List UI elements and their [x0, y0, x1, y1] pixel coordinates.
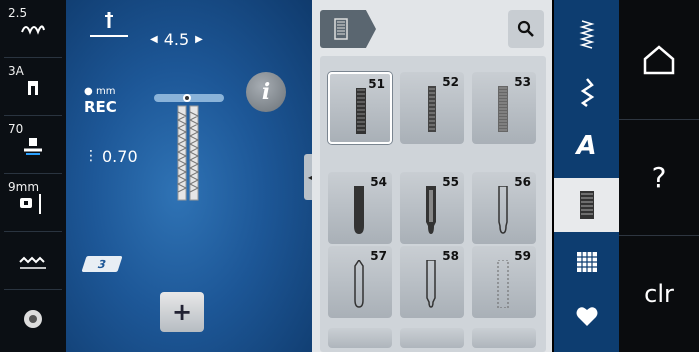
increase-arrow-icon[interactable]: ▶ [195, 34, 203, 45]
heart-icon [576, 307, 597, 326]
info-label: i [261, 79, 271, 105]
buttonhole-stretch-icon [498, 86, 508, 132]
tab-alphabets[interactable]: A [554, 120, 619, 172]
stitch-length-value: 2.5 [8, 6, 28, 20]
thread-tension-button[interactable]: 3A [4, 60, 62, 116]
buttonhole-tab-icon [579, 191, 594, 219]
tab-buttonholes[interactable] [554, 178, 619, 232]
stitch-tile-partial[interactable] [328, 328, 392, 348]
needle-position-button[interactable] [86, 10, 132, 46]
stitch-number: 51 [368, 77, 385, 91]
home-button[interactable] [619, 0, 699, 120]
buttonhole-keyhole-outline-icon [498, 186, 508, 234]
buttonhole-preview [154, 92, 224, 204]
needle-plate-icon [4, 194, 62, 221]
stitch-loop-icon [4, 20, 62, 43]
stitch-number: 53 [514, 75, 531, 89]
stitch-length-button[interactable]: 2.5 [4, 2, 62, 58]
search-button[interactable] [508, 10, 544, 48]
decorative-stitch-icon [580, 78, 594, 107]
tab-decorative-stitches[interactable] [554, 66, 619, 118]
stitch-tile-55[interactable]: 55 [400, 172, 464, 244]
stitch-selection-panel: 51 52 53 54 55 56 57 58 59 [312, 0, 552, 352]
stitch-grid: 51 52 53 54 55 56 57 58 59 [320, 56, 546, 352]
function-bar: ? clr [619, 0, 699, 352]
decrease-arrow-icon[interactable]: ◀ [150, 34, 158, 45]
rec-button[interactable]: ● mm REC [84, 86, 128, 120]
thread-tension-value: 3A [8, 64, 24, 78]
stitch-number: 55 [442, 175, 459, 189]
stitch-tile-58[interactable]: 58 [400, 246, 464, 318]
practical-stitch-icon [578, 20, 595, 49]
stitch-number: 59 [514, 249, 531, 263]
help-button[interactable]: ? [619, 120, 699, 236]
stitch-tile-54[interactable]: 54 [328, 172, 392, 244]
alphabet-icon: A [576, 131, 597, 161]
stitch-number: 57 [370, 249, 387, 263]
buttonhole-keyhole-pointed-icon [354, 260, 364, 308]
buttonhole-round-icon [354, 186, 364, 234]
stitch-number: 56 [514, 175, 531, 189]
stitch-number: 54 [370, 175, 387, 189]
clear-label: clr [644, 280, 674, 308]
left-sidebar: 2.5 3A 70 9mm [0, 0, 66, 352]
dotted-line-icon: ⋮ [84, 148, 98, 164]
stitch-counter-button[interactable] [4, 234, 62, 290]
category-breadcrumb[interactable] [320, 10, 376, 48]
add-button[interactable]: + [160, 292, 204, 332]
stitch-width-selector[interactable]: ◀ 4.5 ▶ [150, 28, 220, 50]
stitch-width-value: 4.5 [163, 29, 190, 49]
buttonhole-keyhole-icon [426, 186, 436, 234]
presser-foot-indicator[interactable]: 3 [81, 256, 123, 272]
stitch-number: 52 [442, 75, 459, 89]
stitch-tile-59[interactable]: 59 [472, 246, 536, 318]
spool-icon [4, 308, 62, 335]
stitch-tile-52[interactable]: 52 [400, 72, 464, 144]
stitch-editor-area: ◀ 4.5 ▶ ● mm REC ⋮ 0.70 i 3 + ◀ [66, 0, 318, 352]
needle-size-button[interactable]: 9mm [4, 176, 62, 232]
needle-position-icon [90, 12, 128, 37]
help-icon: ? [651, 161, 667, 194]
buttonhole-category-icon [334, 18, 348, 40]
add-label: + [171, 298, 193, 326]
rec-label: REC [84, 98, 117, 116]
buttonhole-narrow-icon [428, 86, 436, 132]
zigzag-icon [4, 254, 62, 275]
rec-unit: mm [96, 86, 116, 97]
stitch-tile-partial[interactable] [472, 328, 536, 348]
buttonhole-straight-stitch-icon [497, 260, 509, 308]
tab-practical-stitches[interactable] [554, 8, 619, 60]
buttonhole-standard-icon [356, 88, 366, 134]
clear-button[interactable]: clr [619, 236, 699, 352]
presser-foot-icon [4, 136, 62, 161]
presser-pressure-value: 70 [8, 122, 24, 136]
home-icon [643, 44, 675, 74]
tab-favorites[interactable] [554, 290, 619, 342]
info-button[interactable]: i [246, 72, 286, 112]
stitch-tile-57[interactable]: 57 [328, 246, 392, 318]
stitch-tile-53[interactable]: 53 [472, 72, 536, 144]
stitch-tile-partial[interactable] [400, 328, 464, 348]
category-tabs: A [554, 0, 619, 352]
stitch-tile-51[interactable]: 51 [328, 72, 392, 144]
stitch-number: 58 [442, 249, 459, 263]
stitch-tile-56[interactable]: 56 [472, 172, 536, 244]
stitch-length-number: 0.70 [102, 146, 138, 166]
needle-size-value: 9mm [8, 180, 40, 194]
quilt-icon [576, 252, 597, 272]
spool-button[interactable] [4, 292, 62, 348]
presser-pressure-button[interactable]: 70 [4, 118, 62, 174]
stitch-length-display[interactable]: ⋮ 0.70 [84, 144, 154, 168]
tab-quilt-stitches[interactable] [554, 236, 619, 288]
search-icon [517, 20, 534, 37]
bobbin-icon [4, 78, 62, 103]
rec-dot-icon: ● [84, 86, 93, 97]
presser-foot-number: 3 [96, 257, 108, 271]
buttonhole-keyhole-narrow-icon [426, 260, 436, 308]
